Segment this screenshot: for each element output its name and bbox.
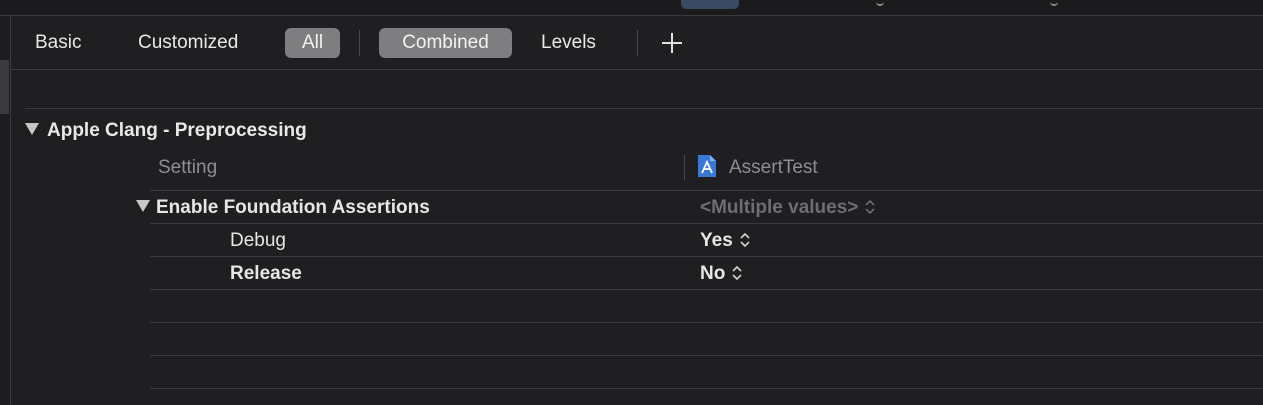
view-combined-button[interactable]: Combined (379, 28, 512, 58)
plus-icon[interactable] (661, 32, 683, 54)
tab-text-fragment (876, 0, 884, 6)
setting-value[interactable]: <Multiple values> (700, 195, 876, 221)
left-gutter (0, 16, 11, 405)
view-levels-button[interactable]: Levels (541, 28, 596, 58)
disclosure-triangle-icon[interactable] (25, 122, 39, 135)
release-value-text: No (700, 263, 726, 284)
up-down-stepper-icon[interactable] (864, 198, 876, 216)
debug-value-text: Yes (700, 230, 733, 251)
build-settings-editor: Basic Customized All Combined Levels App… (0, 0, 1263, 405)
editor-tab-strip (0, 0, 1263, 16)
up-down-stepper-icon[interactable] (739, 231, 751, 249)
setting-name: Enable Foundation Assertions (156, 197, 430, 218)
setting-column-header: Setting (158, 157, 218, 178)
row-divider (150, 388, 1263, 389)
filter-separator (637, 30, 638, 56)
row-divider (150, 289, 1263, 290)
app-target-icon (698, 155, 716, 177)
gutter-handle[interactable] (0, 60, 9, 114)
filter-customized-button[interactable]: Customized (138, 28, 238, 58)
column-divider (684, 155, 685, 180)
filter-basic-button[interactable]: Basic (35, 28, 81, 58)
section-header[interactable]: Apple Clang - Preprocessing (25, 118, 307, 144)
multiple-values-label: <Multiple values> (700, 197, 859, 218)
filter-all-button[interactable]: All (285, 28, 340, 58)
config-release-value[interactable]: No (700, 261, 743, 287)
target-column-header: AssertTest (729, 157, 818, 178)
section-divider (25, 108, 1263, 109)
selected-tab-indicator[interactable] (681, 0, 739, 9)
row-divider (150, 322, 1263, 323)
config-release-label: Release (230, 263, 302, 284)
config-debug-value[interactable]: Yes (700, 228, 751, 254)
row-divider (150, 355, 1263, 356)
setting-row[interactable]: Enable Foundation Assertions (136, 195, 430, 221)
filter-separator (359, 30, 360, 56)
section-title: Apple Clang - Preprocessing (47, 120, 307, 141)
row-divider (150, 256, 1263, 257)
row-divider (150, 190, 1263, 191)
row-divider (150, 223, 1263, 224)
disclosure-triangle-icon[interactable] (136, 199, 150, 212)
filter-bar: Basic Customized All Combined Levels (11, 16, 1263, 70)
tab-text-fragment (1050, 0, 1058, 6)
up-down-stepper-icon[interactable] (731, 264, 743, 282)
config-debug-label: Debug (230, 230, 286, 251)
